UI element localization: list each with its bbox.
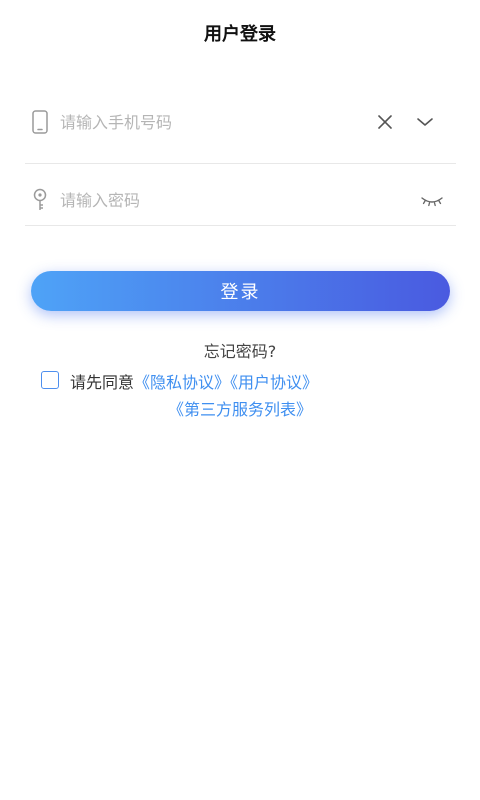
- agreement-checkbox[interactable]: [41, 371, 59, 389]
- third-party-services-link[interactable]: 《第三方服务列表》: [168, 400, 312, 419]
- user-agreement-link[interactable]: 《用户协议》: [230, 373, 318, 392]
- agreement-line-2: 《第三方服务列表》: [0, 396, 480, 420]
- password-divider: [25, 225, 456, 226]
- phone-divider: [25, 163, 456, 164]
- password-input[interactable]: [60, 186, 360, 214]
- close-icon[interactable]: [375, 112, 395, 132]
- login-button[interactable]: 登录: [31, 271, 450, 311]
- password-field-row: [25, 180, 456, 220]
- eye-closed-icon[interactable]: [420, 190, 444, 210]
- login-screen: 用户登录 请输入手机号码 登录 忘记密码? 请先同意《隐私协议》《用户协议》 《…: [0, 0, 480, 800]
- phone-field-row: [25, 102, 456, 142]
- chevron-down-icon[interactable]: [415, 112, 435, 132]
- page-title: 用户登录: [204, 24, 276, 45]
- agreement-line-1: 请先同意《隐私协议》《用户协议》: [70, 369, 318, 393]
- agreement-prefix: 请先同意: [70, 373, 135, 392]
- key-icon: [33, 188, 47, 210]
- phone-icon: [32, 110, 48, 134]
- forgot-password-link[interactable]: 忘记密码?: [0, 338, 480, 362]
- phone-input[interactable]: [60, 108, 360, 136]
- privacy-policy-link[interactable]: 《隐私协议》: [134, 373, 230, 392]
